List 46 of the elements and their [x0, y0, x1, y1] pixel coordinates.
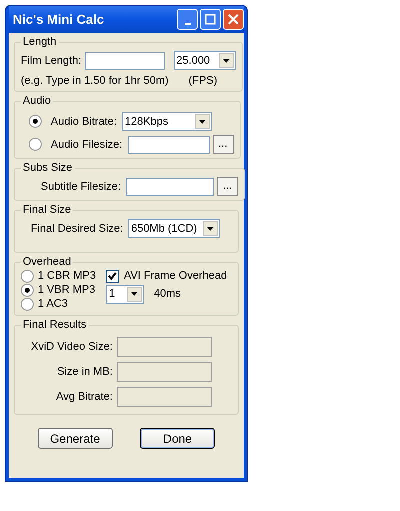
field-label: Avg Bitrate:: [56, 391, 113, 403]
maximize-button[interactable]: [200, 9, 221, 30]
frames-dropdown[interactable]: 1: [106, 284, 144, 304]
group-label: Final Size: [22, 204, 72, 216]
fps-label: (FPS): [188, 75, 218, 87]
radio-button[interactable]: [29, 138, 42, 151]
option-label: 1 AC3: [38, 298, 68, 310]
field-label: Size in MB:: [57, 366, 113, 378]
minimize-icon: [184, 22, 190, 24]
checkmark-icon: [108, 272, 118, 280]
radio-button[interactable]: [21, 284, 34, 296]
done-button[interactable]: Done: [140, 428, 216, 449]
browse-button[interactable]: ...: [212, 135, 234, 154]
window-title: Nic's Mini Calc: [13, 12, 104, 27]
option-label: Audio Filesize:: [51, 138, 123, 150]
option-label: Audio Bitrate:: [51, 116, 118, 128]
film-length-field[interactable]: [84, 52, 165, 70]
close-icon: [227, 13, 240, 26]
size-dropdown[interactable]: 650Mb (1CD): [128, 219, 220, 238]
frame-time-label: 40ms: [154, 288, 181, 300]
option-label: 1 CBR MP3: [38, 270, 96, 282]
bitrate-dropdown[interactable]: 128Kbps: [122, 112, 212, 131]
generate-button[interactable]: Generate: [38, 428, 113, 449]
group-label: Length: [22, 36, 58, 48]
group-label: Subs Size: [22, 162, 74, 174]
option-label: 1 VBR MP3: [38, 284, 96, 296]
group-label: Overhead: [22, 256, 72, 268]
field-label: Film Length:: [21, 54, 82, 66]
browse-button[interactable]: ...: [217, 177, 238, 196]
group-label: Final Results: [22, 319, 88, 331]
field-label: Subtitle Filesize:: [41, 180, 122, 192]
fps-dropdown[interactable]: 25.000: [174, 51, 236, 70]
field-label: XviD Video Size:: [31, 341, 113, 353]
checkbox-label: AVI Frame Overhead: [124, 270, 228, 282]
hint-text: (e.g. Type in 1.50 for 1hr 50m): [21, 75, 169, 87]
radio-button[interactable]: [21, 298, 34, 310]
subtitle-filesize-field[interactable]: [126, 178, 214, 196]
radio-button[interactable]: [21, 270, 34, 282]
minimize-button[interactable]: [177, 9, 198, 30]
field-label: Final Desired Size:: [31, 222, 124, 234]
checkbox[interactable]: [106, 270, 120, 282]
radio-button[interactable]: [29, 115, 42, 128]
close-button[interactable]: [223, 9, 244, 30]
group-label: Audio: [22, 95, 52, 107]
maximize-icon: [204, 13, 217, 26]
filesize-field[interactable]: [128, 136, 210, 154]
